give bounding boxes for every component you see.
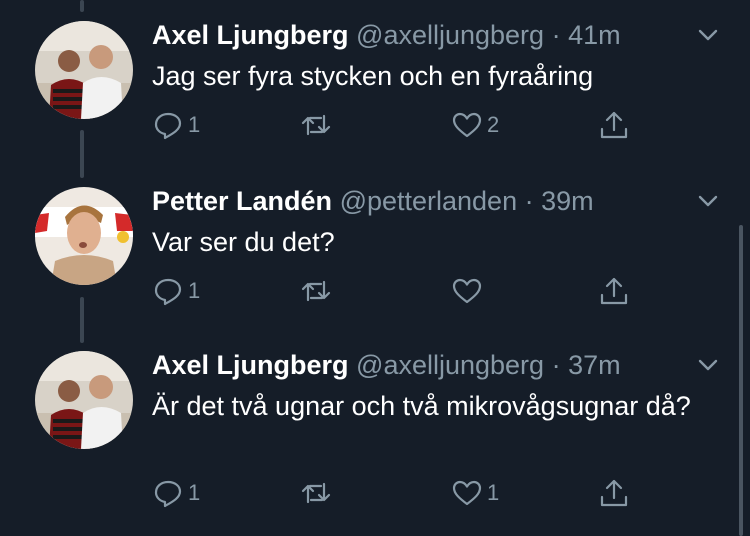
like-count: 2	[487, 112, 500, 137]
reply-button[interactable]: 1	[152, 274, 200, 308]
tweet-actions: 1 2	[152, 108, 652, 142]
separator: ·	[544, 350, 569, 380]
tweet-header: Petter Landén @petterlanden · 39m	[152, 184, 594, 218]
tweet-text: Var ser du det?	[152, 227, 335, 257]
timestamp[interactable]: 41m	[568, 20, 621, 50]
tweet-text: Är det två ugnar och två mikrovågsugnar …	[152, 391, 691, 421]
avatar[interactable]	[35, 187, 133, 285]
tweet[interactable]: Axel Ljungberg @axelljungberg · 37m Är d…	[0, 348, 750, 536]
author-handle[interactable]: @axelljungberg	[356, 20, 544, 50]
reply-icon	[154, 112, 182, 140]
separator: ·	[517, 186, 542, 216]
tweet-header: Axel Ljungberg @axelljungberg · 41m	[152, 18, 621, 52]
like-button[interactable]: 1	[451, 476, 499, 510]
share-icon	[600, 277, 628, 305]
thread-line-top	[80, 0, 84, 12]
retweet-button[interactable]	[300, 274, 336, 308]
author-name[interactable]: Axel Ljungberg	[152, 350, 349, 380]
chevron-down-icon[interactable]	[697, 190, 719, 212]
author-name[interactable]: Petter Landén	[152, 186, 332, 216]
share-button[interactable]	[598, 108, 630, 142]
share-button[interactable]	[598, 476, 630, 510]
author-handle[interactable]: @axelljungberg	[356, 350, 544, 380]
tweet-actions: 1 1	[152, 476, 652, 510]
timestamp[interactable]: 37m	[568, 350, 621, 380]
retweet-icon	[301, 482, 331, 504]
like-button[interactable]	[451, 274, 487, 308]
retweet-button[interactable]	[300, 108, 336, 142]
heart-icon	[452, 278, 482, 304]
retweet-button[interactable]	[300, 476, 336, 510]
avatar[interactable]	[35, 351, 133, 449]
reply-count: 1	[188, 112, 201, 137]
retweet-icon	[301, 114, 331, 136]
retweet-icon	[301, 280, 331, 302]
author-name[interactable]: Axel Ljungberg	[152, 20, 349, 50]
chevron-down-icon[interactable]	[697, 24, 719, 46]
reply-icon	[154, 480, 182, 508]
reply-icon	[154, 278, 182, 306]
heart-icon	[452, 112, 482, 138]
timestamp[interactable]: 39m	[541, 186, 594, 216]
tweet[interactable]: Axel Ljungberg @axelljungberg · 41m Jag …	[0, 18, 750, 168]
reply-button[interactable]: 1	[152, 108, 200, 142]
share-icon	[600, 479, 628, 507]
chevron-down-icon[interactable]	[697, 354, 719, 376]
tweet[interactable]: Petter Landén @petterlanden · 39m Var se…	[0, 184, 750, 334]
tweet-header: Axel Ljungberg @axelljungberg · 37m	[152, 348, 621, 382]
separator: ·	[544, 20, 569, 50]
reply-count: 1	[188, 480, 201, 505]
reply-count: 1	[188, 278, 201, 303]
tweet-actions: 1	[152, 274, 652, 308]
share-button[interactable]	[598, 274, 630, 308]
tweet-text: Jag ser fyra stycken och en fyraåring	[152, 61, 594, 91]
author-handle[interactable]: @petterlanden	[340, 186, 518, 216]
avatar[interactable]	[35, 21, 133, 119]
like-count: 1	[487, 480, 500, 505]
like-button[interactable]: 2	[451, 108, 499, 142]
share-icon	[600, 111, 628, 139]
heart-icon	[452, 480, 482, 506]
reply-button[interactable]: 1	[152, 476, 200, 510]
